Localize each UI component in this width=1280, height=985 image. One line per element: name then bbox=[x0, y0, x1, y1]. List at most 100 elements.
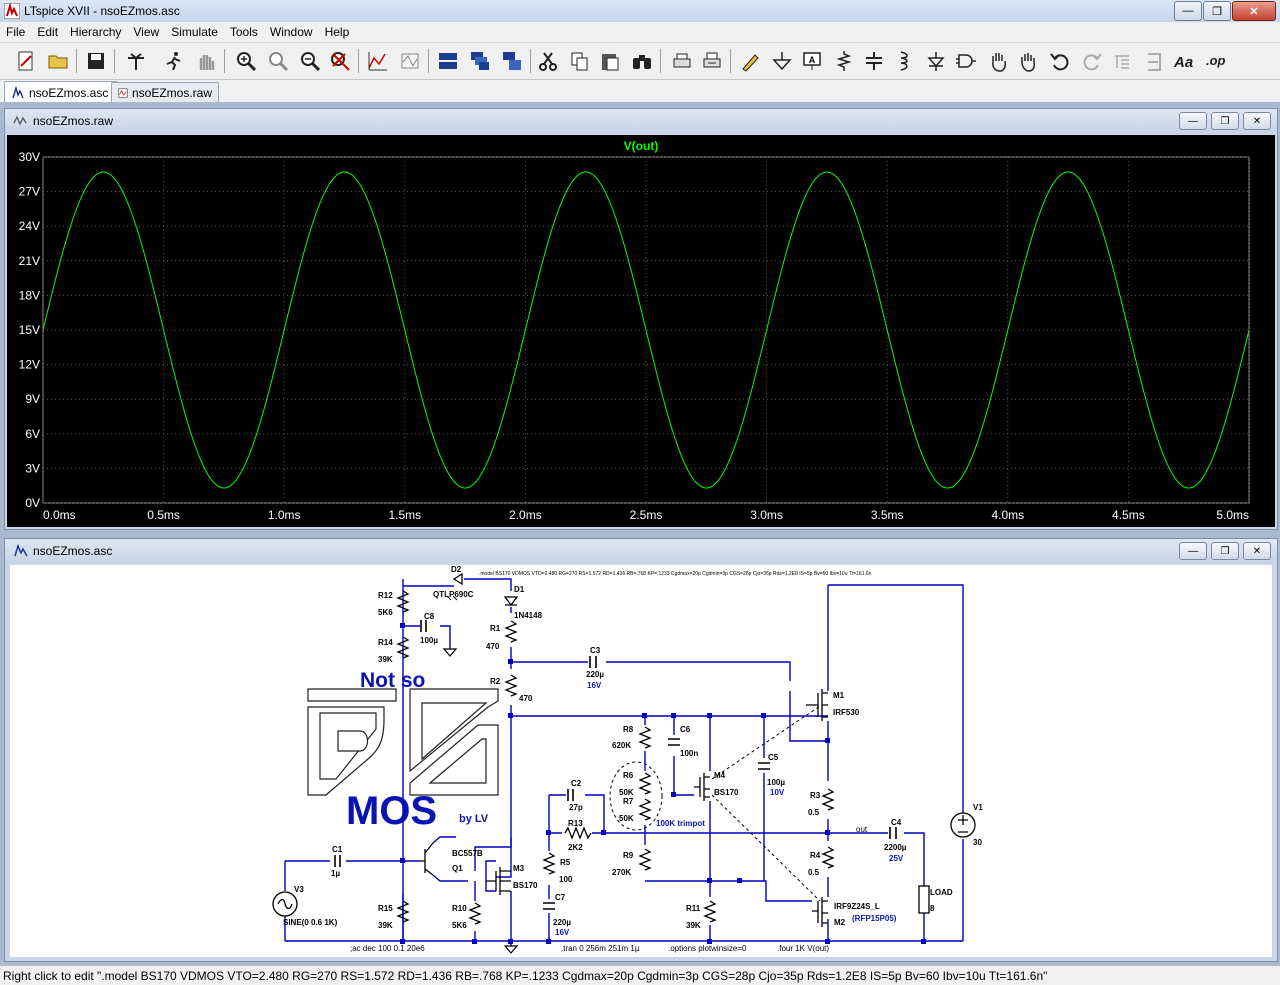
schematic-canvas[interactable]: Not so MOS by LV .model BS170 VDMOS VTO=… bbox=[10, 565, 1272, 957]
close-button[interactable]: ✕ bbox=[1243, 542, 1271, 560]
component-icon[interactable] bbox=[954, 49, 978, 73]
status-text: Right click to edit ".model BS170 VDMOS … bbox=[3, 968, 1048, 983]
cascade-icon[interactable] bbox=[468, 49, 492, 73]
run-icon[interactable] bbox=[162, 49, 186, 73]
label-d1: D1 bbox=[514, 585, 525, 594]
label-c3-value: 220µ bbox=[586, 670, 604, 679]
label-r11: R11 bbox=[686, 904, 701, 913]
menu-view[interactable]: View bbox=[127, 25, 165, 39]
directive-ac[interactable]: ;ac dec 100 0.1 20e6 bbox=[350, 944, 425, 953]
waveform-plot[interactable]: V(out) 0V 3V 6V 9V 12V 15V 18V 21V 24V 27V 30V 0.0… bbox=[7, 135, 1275, 527]
x-tick-label: 2.0ms bbox=[509, 508, 542, 522]
directive-options[interactable]: .options plotwinsize=0 bbox=[668, 944, 747, 953]
tab-waveform[interactable]: nsoEZmos.raw bbox=[111, 82, 219, 102]
label-d2-value: QTLP690C bbox=[433, 590, 474, 599]
menu-edit[interactable]: Edit bbox=[31, 25, 64, 39]
undo-icon[interactable] bbox=[1048, 49, 1072, 73]
minimize-button[interactable]: — bbox=[1179, 112, 1207, 130]
control-panel-icon[interactable] bbox=[124, 49, 148, 73]
waveform-window-header[interactable]: nsoEZmos.raw — ❐ ✕ bbox=[5, 109, 1277, 133]
menu-file[interactable]: File bbox=[0, 25, 31, 39]
label-c5-rating: 10V bbox=[770, 788, 785, 797]
label-c4: C4 bbox=[891, 818, 902, 827]
paste-icon[interactable] bbox=[598, 49, 622, 73]
trace-label-vout[interactable]: V(out) bbox=[624, 139, 659, 153]
label-c3-rating: 16V bbox=[587, 681, 602, 690]
new-schematic-icon[interactable] bbox=[14, 49, 38, 73]
label-r14-value: 39K bbox=[378, 655, 393, 664]
zoom-fit-icon[interactable] bbox=[328, 49, 352, 73]
tab-schematic[interactable]: nsoEZmos.asc bbox=[4, 81, 118, 103]
cut-icon[interactable] bbox=[536, 49, 560, 73]
label-c1: C1 bbox=[332, 845, 343, 854]
x-tick-label: 4.5ms bbox=[1112, 508, 1145, 522]
label-c5: C5 bbox=[768, 753, 779, 762]
menu-hierarchy[interactable]: Hierarchy bbox=[64, 25, 127, 39]
logo-by: by LV bbox=[459, 813, 489, 825]
maximize-button[interactable]: ❐ bbox=[1203, 1, 1231, 21]
mdi-area: nsoEZmos.raw — ❐ ✕ V(out) 0V 3V 6V 9V 12V 15V… bbox=[0, 102, 1280, 964]
menu-tools[interactable]: Tools bbox=[224, 25, 264, 39]
schematic-window: nsoEZmos.asc — ❐ ✕ Not so MOS by LV .mod… bbox=[4, 538, 1278, 962]
autorange-icon[interactable] bbox=[366, 49, 390, 73]
waveform-window-title: nsoEZmos.raw bbox=[33, 114, 114, 128]
move-hand-icon[interactable] bbox=[986, 49, 1010, 73]
drag-hand-icon[interactable] bbox=[1016, 49, 1040, 73]
svg-text:.op: .op bbox=[1206, 53, 1226, 68]
copy-icon[interactable] bbox=[568, 49, 592, 73]
diode-icon[interactable] bbox=[924, 49, 948, 73]
label-c5-value: 100µ bbox=[767, 778, 785, 787]
print-icon[interactable] bbox=[670, 49, 694, 73]
pan-icon[interactable] bbox=[266, 49, 290, 73]
capacitor-icon[interactable] bbox=[862, 49, 886, 73]
resistor-icon[interactable] bbox=[832, 49, 856, 73]
text-icon[interactable]: Aa bbox=[1172, 49, 1196, 73]
label-net-icon[interactable]: A bbox=[800, 49, 824, 73]
ground-icon[interactable] bbox=[770, 49, 794, 73]
menu-simulate[interactable]: Simulate bbox=[165, 25, 224, 39]
mirror-icon[interactable] bbox=[1142, 49, 1166, 73]
zoom-out-icon[interactable] bbox=[298, 49, 322, 73]
save-icon[interactable] bbox=[84, 49, 108, 73]
label-r13: R13 bbox=[568, 819, 583, 828]
svg-text:A: A bbox=[809, 55, 816, 65]
model-directive[interactable]: .model BS170 VDMOS VTO=2.480 RG=270 RS=1… bbox=[479, 571, 872, 577]
restore-button[interactable]: ❐ bbox=[1211, 112, 1239, 130]
menu-help[interactable]: Help bbox=[319, 25, 356, 39]
label-r7-value: 50K bbox=[619, 814, 634, 823]
close-button[interactable]: ✕ bbox=[1243, 112, 1271, 130]
ltspice-app-icon bbox=[4, 3, 20, 19]
schematic-window-title: nsoEZmos.asc bbox=[33, 544, 113, 558]
rotate-icon[interactable] bbox=[1110, 49, 1134, 73]
schematic-window-header[interactable]: nsoEZmos.asc — ❐ ✕ bbox=[5, 539, 1277, 563]
directive-tran[interactable]: .tran 0 256m 251m 1µ bbox=[561, 944, 640, 953]
label-r9-value: 270K bbox=[612, 868, 631, 877]
spice-directive-icon[interactable]: .op bbox=[1204, 49, 1228, 73]
zoom-in-icon[interactable] bbox=[234, 49, 258, 73]
label-m2-value: IRF9Z24S_L bbox=[834, 902, 880, 911]
label-d2: D2 bbox=[451, 565, 462, 574]
redo-icon[interactable] bbox=[1080, 49, 1104, 73]
label-r2: R2 bbox=[490, 677, 501, 686]
close-button[interactable]: ✕ bbox=[1232, 1, 1276, 21]
menu-window[interactable]: Window bbox=[264, 25, 319, 39]
draw-wire-icon[interactable] bbox=[738, 49, 762, 73]
inductor-icon[interactable] bbox=[892, 49, 916, 73]
print-setup-icon[interactable] bbox=[700, 49, 724, 73]
label-v3-value: SINE(0 0.6 1K) bbox=[283, 918, 338, 927]
find-icon[interactable] bbox=[630, 49, 654, 73]
tile-horizontal-icon[interactable] bbox=[436, 49, 460, 73]
directive-four[interactable]: .four 1K V(out) bbox=[777, 944, 829, 953]
label-r10: R10 bbox=[452, 904, 467, 913]
halt-icon[interactable] bbox=[194, 49, 218, 73]
y-tick-label: 21V bbox=[19, 254, 40, 268]
label-r7: R7 bbox=[623, 797, 634, 806]
label-m3-value: BS170 bbox=[513, 881, 538, 890]
tile-vertical-icon[interactable] bbox=[500, 49, 524, 73]
minimize-button[interactable]: — bbox=[1174, 1, 1202, 21]
restore-button[interactable]: ❐ bbox=[1211, 542, 1239, 560]
open-folder-icon[interactable] bbox=[46, 49, 70, 73]
net-label-out[interactable]: out bbox=[856, 825, 868, 834]
minimize-button[interactable]: — bbox=[1179, 542, 1207, 560]
waveform-plot-icon[interactable] bbox=[398, 49, 422, 73]
